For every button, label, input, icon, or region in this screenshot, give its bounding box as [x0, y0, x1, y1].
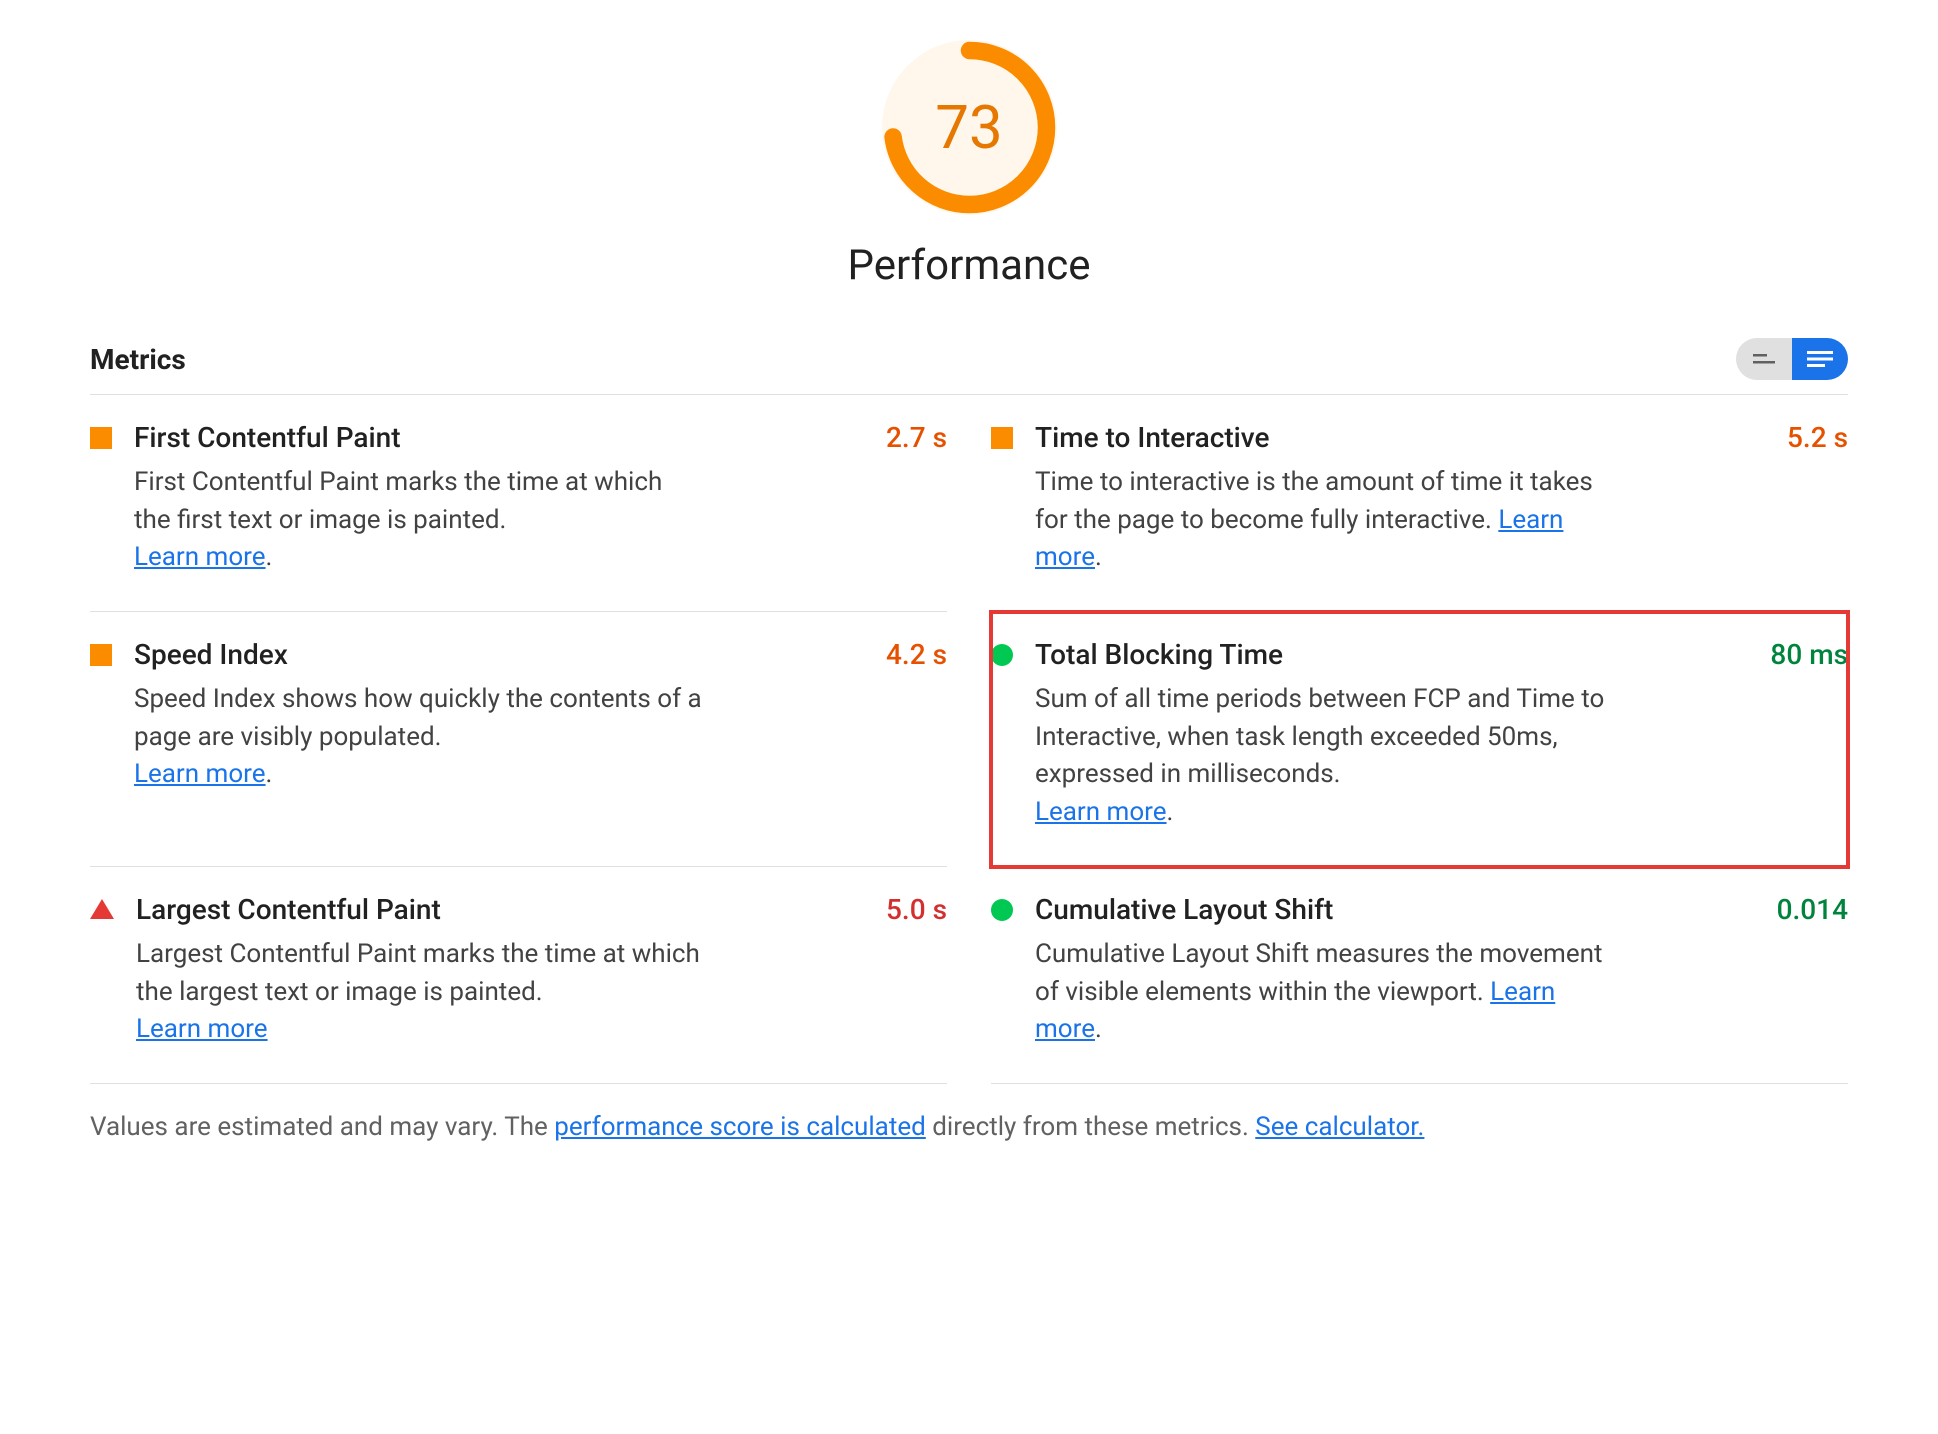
learn-more-link[interactable]: Learn more	[134, 542, 266, 572]
metrics-header-row: Metrics	[90, 338, 1848, 395]
metric-desc-text: Largest Contentful Paint marks the time …	[136, 939, 700, 1007]
metric-name: Total Blocking Time	[1035, 638, 1283, 671]
learn-more-link[interactable]: Learn more	[136, 1014, 268, 1044]
footer-mid: directly from these metrics.	[926, 1112, 1255, 1142]
metric-description: Largest Contentful Paint marks the time …	[136, 936, 706, 1049]
metric-body: First Contentful Paint2.7 sFirst Content…	[134, 421, 947, 577]
metric-tti: Time to Interactive 5.2 s Time to interact…	[991, 395, 1848, 612]
metric-desc-text: Speed Index shows how quickly the conten…	[134, 684, 702, 752]
metric-head: Speed Index 4.2 s	[134, 638, 947, 671]
metric-name: Cumulative Layout Shift	[1035, 893, 1333, 926]
period: .	[266, 542, 273, 572]
metric-body: Total Blocking Time 80 ms Sum of all time …	[1035, 638, 1848, 832]
metric-value: 80 ms	[1770, 638, 1848, 671]
metric-value: 5.0 s	[886, 893, 947, 926]
metric-head: First Contentful Paint 2.7 s	[134, 421, 947, 454]
metric-lcp: Largest Contentful Paint5.0 sLargest Con…	[90, 867, 947, 1084]
metric-head: Largest Contentful Paint 5.0 s	[136, 893, 947, 926]
metrics-label: Metrics	[90, 343, 186, 376]
metric-si: Speed Index 4.2 s Speed Index shows how qu…	[90, 612, 947, 867]
footer-prefix: Values are estimated and may vary. The	[90, 1112, 554, 1142]
circle-good-icon	[991, 899, 1013, 921]
metric-name: First Contentful Paint	[134, 421, 401, 454]
metric-body: Speed Index 4.2 s Speed Index shows how qu…	[134, 638, 947, 832]
expanded-lines-icon	[1807, 351, 1833, 367]
metric-description: Time to interactive is the amount of tim…	[1035, 464, 1605, 577]
metric-desc-text: Sum of all time periods between FCP and …	[1035, 684, 1604, 789]
metric-body: Cumulative Layout Shift0.014Cumulative L…	[1035, 893, 1848, 1049]
metric-head: Cumulative Layout Shift 0.014	[1035, 893, 1848, 926]
metric-desc-text: First Contentful Paint marks the time at…	[134, 467, 662, 535]
period: .	[1095, 1014, 1102, 1044]
footer-link-calculation[interactable]: performance score is calculated	[554, 1112, 926, 1142]
square-average-icon	[991, 427, 1013, 449]
footer-note: Values are estimated and may vary. The p…	[90, 1112, 1848, 1142]
metric-description: Speed Index shows how quickly the conten…	[134, 681, 704, 794]
metric-value: 4.2 s	[886, 638, 947, 671]
metric-value: 0.014	[1777, 893, 1848, 926]
metrics-grid: First Contentful Paint2.7 sFirst Content…	[90, 395, 1848, 1084]
metric-fcp: First Contentful Paint2.7 sFirst Content…	[90, 395, 947, 612]
period: .	[1095, 542, 1102, 572]
metric-name: Largest Contentful Paint	[136, 893, 441, 926]
period: .	[1167, 797, 1174, 827]
metric-head: Total Blocking Time 80 ms	[1035, 638, 1848, 671]
metric-name: Time to Interactive	[1035, 421, 1270, 454]
metric-value: 2.7 s	[886, 421, 947, 454]
square-average-icon	[90, 427, 112, 449]
metric-body: Largest Contentful Paint5.0 sLargest Con…	[136, 893, 947, 1049]
metric-tbt: Total Blocking Time 80 ms Sum of all time …	[991, 612, 1848, 867]
category-title: Performance	[90, 241, 1848, 290]
footer-link-calculator[interactable]: See calculator.	[1255, 1112, 1424, 1142]
learn-more-row: Learn more	[136, 1011, 706, 1049]
metric-description: First Contentful Paint marks the time at…	[134, 464, 704, 577]
learn-more-row: Learn more.	[1035, 794, 1605, 832]
period: .	[266, 759, 273, 789]
score-gauge: 73	[882, 40, 1057, 215]
square-average-icon	[90, 644, 112, 666]
metric-head: Time to Interactive 5.2 s	[1035, 421, 1848, 454]
metric-description: Sum of all time periods between FCP and …	[1035, 681, 1605, 832]
learn-more-row: Learn more.	[134, 756, 704, 794]
metric-body: Time to Interactive 5.2 s Time to interact…	[1035, 421, 1848, 577]
view-toggle	[1736, 338, 1848, 380]
report-header: 73 Performance	[90, 40, 1848, 290]
circle-good-icon	[991, 644, 1013, 666]
learn-more-link[interactable]: Learn more	[1035, 797, 1167, 827]
compact-lines-icon	[1753, 352, 1775, 366]
metric-name: Speed Index	[134, 638, 288, 671]
learn-more-link[interactable]: Learn more	[134, 759, 266, 789]
learn-more-row: Learn more.	[134, 539, 704, 577]
metric-cls: Cumulative Layout Shift0.014Cumulative L…	[991, 867, 1848, 1084]
score-value: 73	[882, 40, 1057, 215]
view-toggle-compact[interactable]	[1736, 338, 1792, 380]
triangle-poor-icon	[90, 899, 114, 919]
view-toggle-expanded[interactable]	[1792, 338, 1848, 380]
metric-description: Cumulative Layout Shift measures the mov…	[1035, 936, 1605, 1049]
metric-value: 5.2 s	[1787, 421, 1848, 454]
